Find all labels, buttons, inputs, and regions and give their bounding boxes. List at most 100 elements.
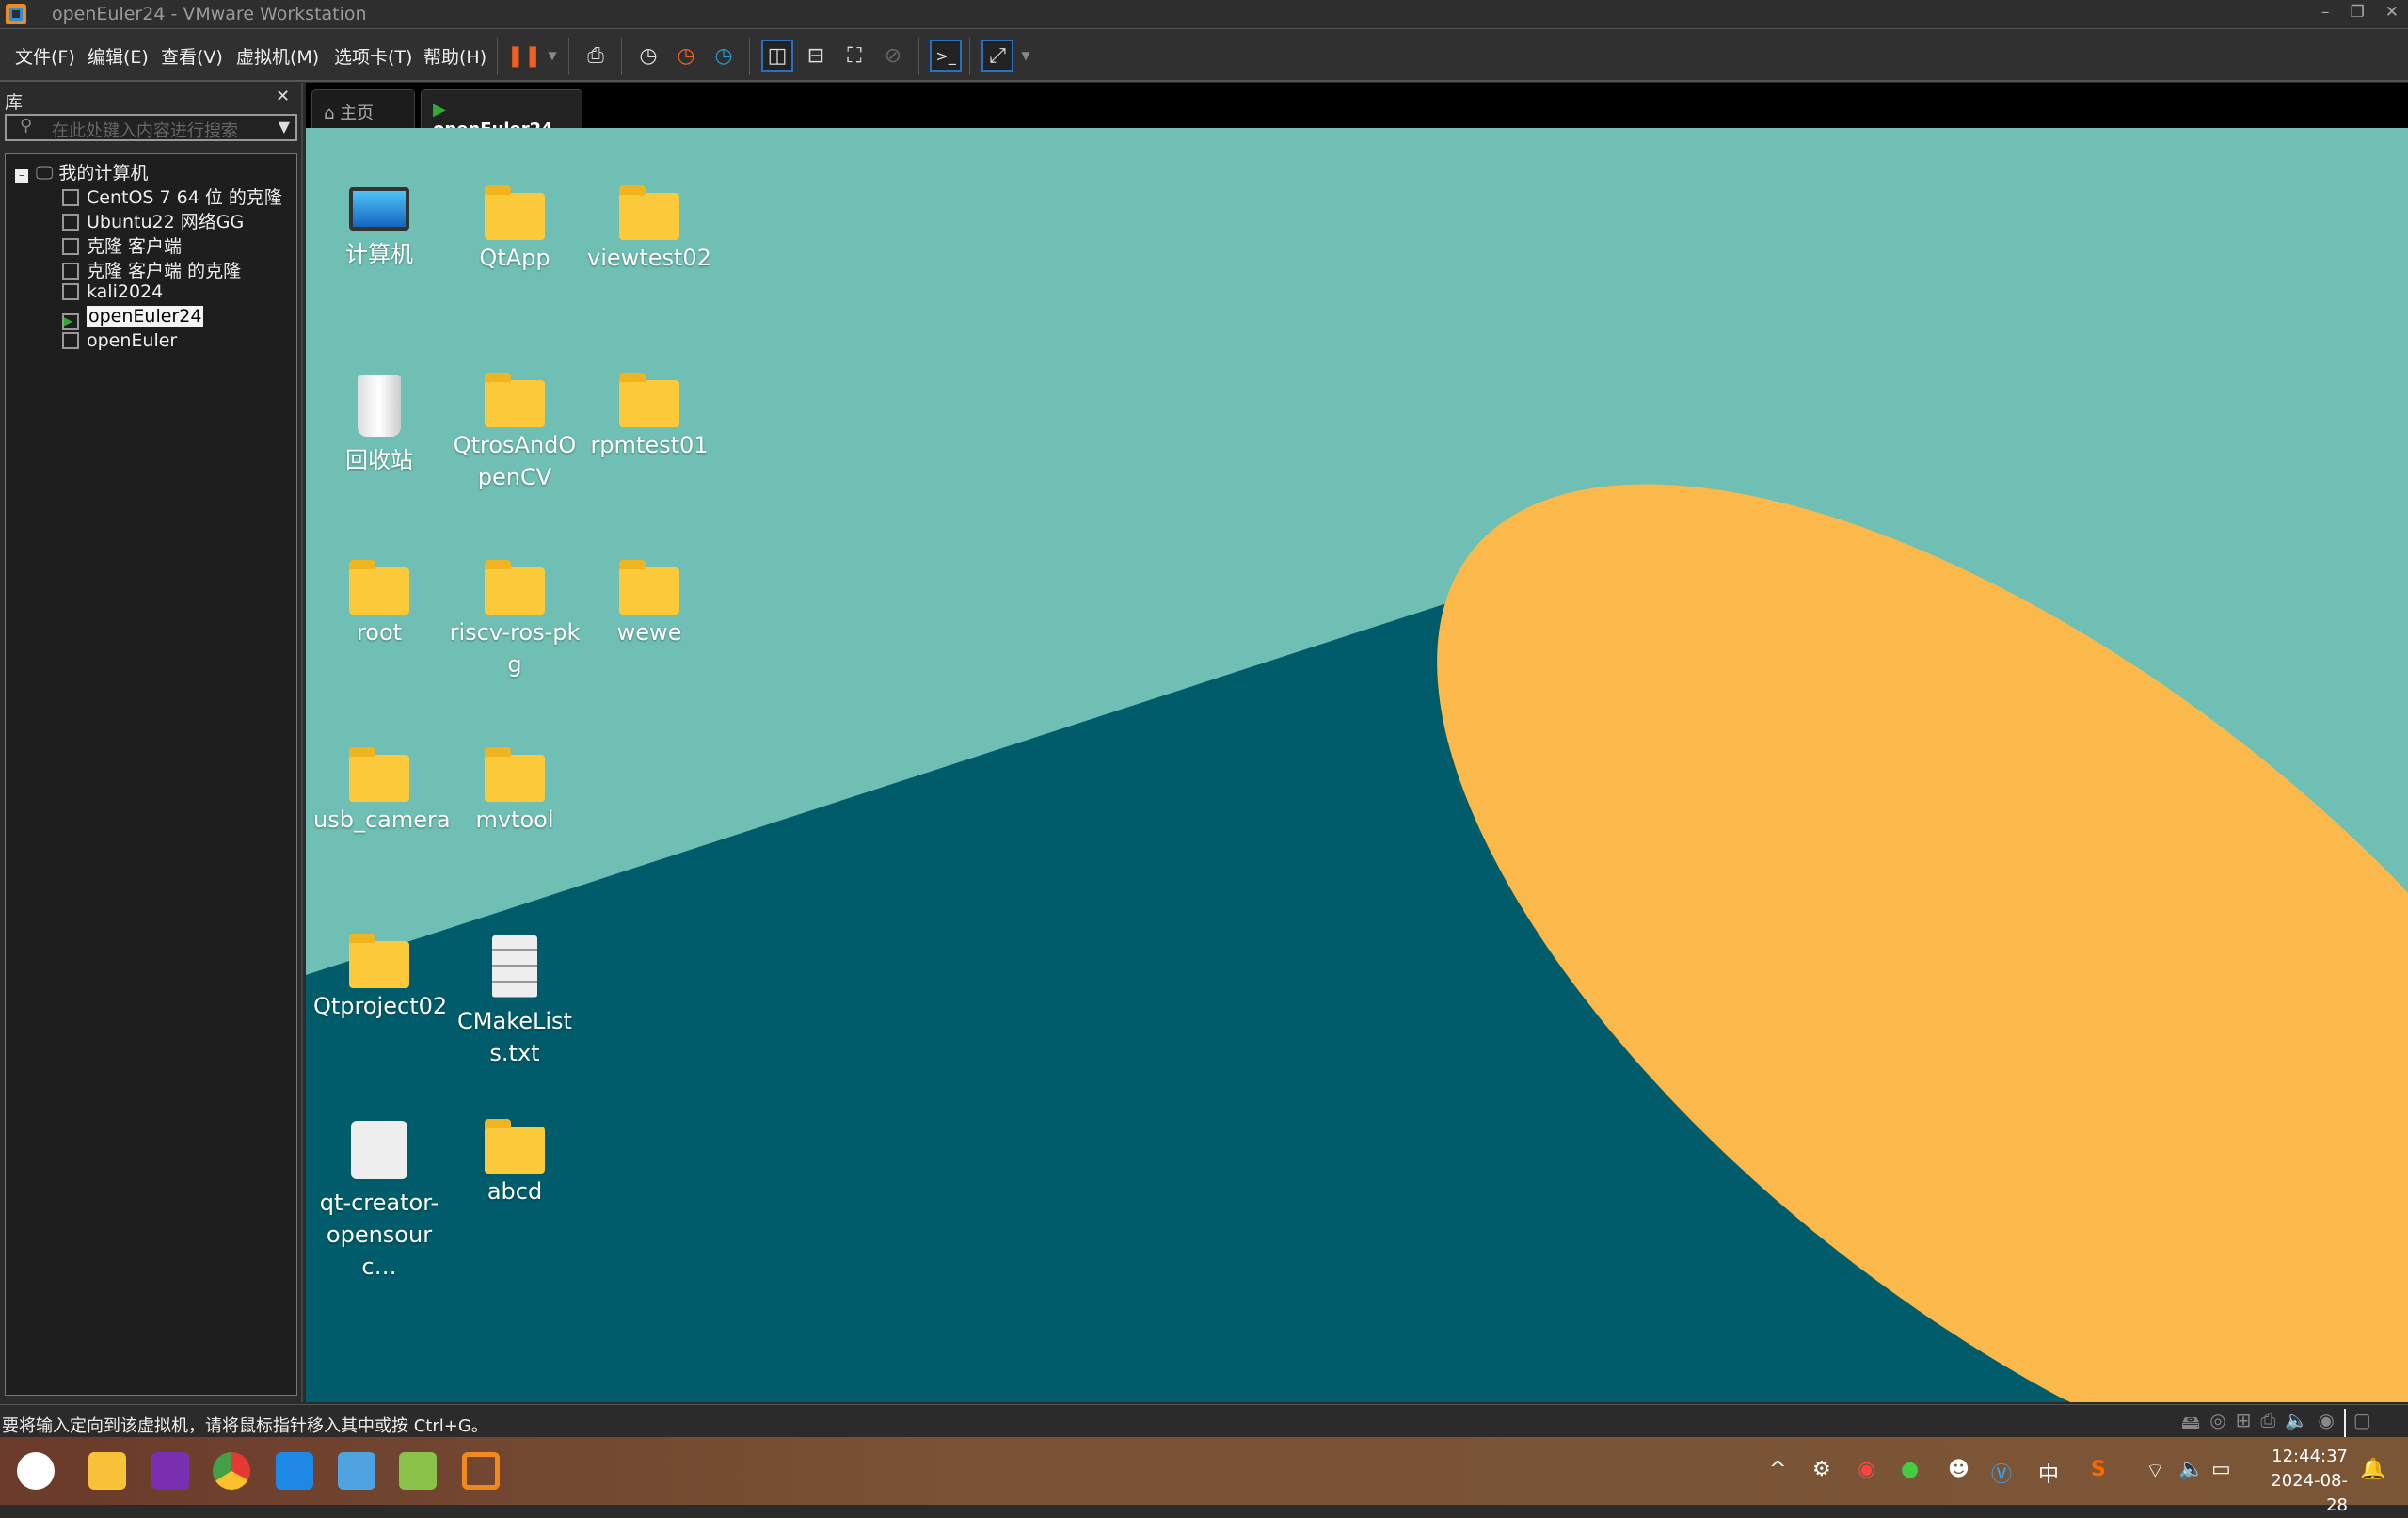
desktop-icon-folder[interactable]: QtrosAndOpenCV [449,373,581,493]
notification-bell-icon[interactable]: 🔔 [2360,1458,2385,1481]
library-view-icon[interactable]: ◫ [761,40,793,72]
volume-icon[interactable]: 🔈 [2178,1458,2204,1481]
send-keys-icon[interactable]: ⎙ [580,40,612,72]
ime-indicator[interactable]: 中 [2038,1458,2059,1488]
desktop-icon-label: qt-creator-opensourc… [319,1190,439,1280]
menu-vm[interactable]: 虚拟机(M) [236,43,319,69]
search-dropdown-icon[interactable]: ▼ [279,118,290,136]
menu-edit[interactable]: 编辑(E) [88,43,149,69]
folder-icon [485,373,545,427]
tree-item-vm[interactable]: openEuler [62,330,177,351]
tree-root-label: 我的计算机 [58,163,149,184]
revert-snapshot-icon[interactable]: ◷ [670,40,702,72]
desktop-icon-folder[interactable]: QtApp [449,185,581,274]
netease-music-icon[interactable]: ◉ [1858,1458,1875,1481]
v-app-icon[interactable]: Ⓥ [1991,1458,2012,1488]
snapshot-icon[interactable]: ◷ [632,40,664,72]
tray-app-icon[interactable]: ⚙ [1812,1458,1831,1481]
vm-running-icon: ▶ [62,313,79,330]
menu-tabs[interactable]: 选项卡(T) [334,43,412,69]
vm-icon [62,263,79,280]
restore-button[interactable]: ❐ [2351,3,2365,22]
qq-icon[interactable]: ☻ [1948,1458,1969,1481]
collapse-icon[interactable]: – [15,169,28,183]
fullscreen-icon[interactable]: ⛶ [838,40,870,72]
desktop-icon-trash[interactable]: 回收站 [313,375,445,476]
snapshot-manager-icon[interactable]: ◷ [708,40,740,72]
minimize-button[interactable]: – [2321,3,2330,22]
desktop-icon-folder[interactable]: usb_camera [313,747,451,836]
folder-icon [619,185,679,240]
pause-dropdown-icon[interactable]: ▼ [536,40,568,72]
menu-view[interactable]: 查看(V) [161,43,223,69]
folder-icon [485,1119,545,1174]
desktop-icon-computer[interactable]: 计算机 [313,187,445,270]
desktop-icon-folder[interactable]: Qtproject02 [313,934,447,1022]
sound-icon[interactable]: 🔈 [2285,1409,2308,1441]
desktop-icon-file[interactable]: CMakeLists.txt [449,935,581,1069]
desktop-icon-folder[interactable]: wewe [583,560,715,648]
vscode-icon[interactable] [276,1452,313,1490]
folder-icon [619,560,679,615]
network-icon[interactable]: ⊞ [2236,1409,2252,1441]
library-search-input[interactable]: ⚲ 在此处键入内容进行搜索 ▼ [5,114,297,141]
stretch-icon[interactable]: ⤢ [981,40,1013,72]
vmware-taskbar-icon[interactable] [462,1452,500,1490]
tree-item-vm[interactable]: Ubuntu22 网络GG [62,208,244,233]
sogou-icon[interactable]: S [2091,1458,2106,1481]
desktop-icon-folder[interactable]: mvtool [449,747,581,836]
folder-icon [485,560,545,615]
desktop-icon-folder[interactable]: abcd [449,1119,581,1207]
tab-home[interactable]: ⌂ 主页 ✕ [311,89,415,144]
onenote-icon[interactable] [151,1452,189,1490]
notepad-icon[interactable] [338,1452,375,1490]
menu-help[interactable]: 帮助(H) [423,43,486,69]
computer-icon [349,187,409,231]
clock[interactable]: 12:44:37 2024-08-28 [2254,1445,2348,1518]
hard-disk-icon[interactable]: 🖴 [2181,1409,2200,1441]
tree-item-vm[interactable]: CentOS 7 64 位 的克隆 [62,184,282,209]
console-icon[interactable]: >_ [930,40,962,72]
editor-icon[interactable] [399,1452,437,1490]
camera-icon[interactable]: ◉ [2318,1409,2334,1441]
home-icon: ⌂ [324,104,335,123]
close-button[interactable]: ✕ [2385,3,2399,22]
chrome-icon[interactable] [213,1452,250,1490]
windows-start-icon[interactable] [17,1452,55,1490]
tree-item-vm[interactable]: kali2024 [62,281,163,302]
cd-icon[interactable]: ◎ [2209,1409,2225,1441]
message-icon[interactable]: ▢ [2343,1409,2371,1441]
menu-file[interactable]: 文件(F) [15,43,75,69]
stretch-dropdown-icon[interactable]: ▼ [1010,40,1042,72]
tree-item-vm[interactable]: 克隆 客户端 [62,232,182,258]
tree-item-vm[interactable]: 克隆 客户端 的克隆 [62,257,241,282]
vm-display[interactable]: 计算机 QtApp viewtest02 回收站 QtrosAndOpenCV rpmte… [306,128,2408,1402]
wechat-icon[interactable]: ● [1901,1458,1919,1481]
desktop-icon-folder[interactable]: viewtest02 [583,185,715,274]
thumbnail-bar-icon[interactable]: ⊟ [800,40,832,72]
tab-label: 主页 [340,104,375,123]
library-close-button[interactable]: ✕ [276,87,290,106]
wifi-icon[interactable]: ⌔ [2145,1458,2165,1484]
desktop-icon-label: riscv-ros-pkg [449,619,581,678]
unity-icon[interactable]: ⊘ [877,40,909,72]
printer-icon[interactable]: ⎙ [2260,1409,2275,1441]
desktop-icon-label: CMakeLists.txt [457,1008,572,1066]
battery-icon[interactable]: ▭ [2211,1458,2231,1481]
taskbar: ^ ⚙ ◉ ● ☻ Ⓥ 中 S ⌔ 🔈 ▭ 12:44:37 2024-08-2… [0,1437,2408,1515]
tree-root[interactable]: – 🖵 我的计算机 [15,159,148,184]
computer-icon: 🖵 [36,163,54,184]
desktop-icon-folder[interactable]: root [313,560,445,648]
file-explorer-icon[interactable] [88,1452,126,1490]
tree-item-vm-selected[interactable]: ▶ openEuler24 [62,306,204,330]
folder-icon [485,185,545,240]
desktop-icon-app[interactable]: qt-creator-opensourc… [313,1121,445,1283]
desktop-icon-folder[interactable]: riscv-ros-pkg [449,560,581,680]
search-icon: ⚲ [20,116,33,136]
vmware-logo-icon [6,4,26,24]
pause-icon[interactable]: ❚❚ [507,40,542,72]
desktop-icon-label: root [356,619,403,646]
desktop-icon-folder[interactable]: rpmtest01 [583,373,715,461]
tab-openeuler24[interactable]: ▶ openEuler24 ✕ [421,89,582,159]
tray-overflow-chevron[interactable]: ^ [1769,1458,1786,1481]
